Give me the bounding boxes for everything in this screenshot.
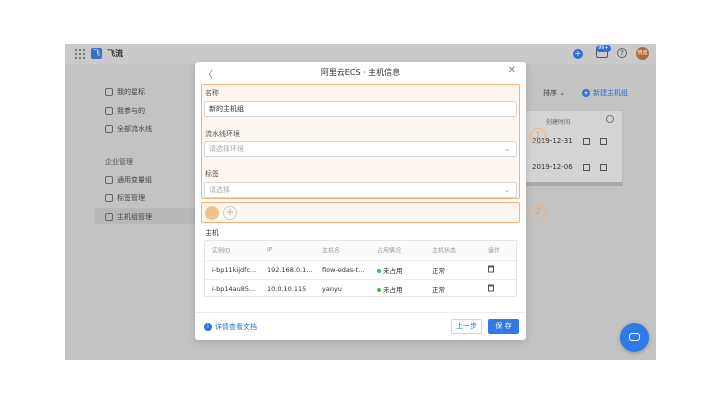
env-label: 流水线环境	[205, 130, 240, 138]
column-header: 操作	[488, 247, 501, 254]
sidebar-item-variable-groups[interactable]: 通用变量组	[105, 175, 152, 185]
hostname: flow-edas-t...	[322, 266, 365, 274]
sort-dropdown[interactable]: 排序 ⌄	[543, 88, 565, 98]
env-select[interactable]: 请选择环境 ⌄	[204, 141, 517, 157]
host-section-label: 主机	[205, 229, 219, 237]
previous-step-button[interactable]: 上一步	[451, 319, 482, 334]
host-group-table: 创建时间 2019-12-31 2019-12-06	[525, 110, 623, 186]
trash-icon[interactable]	[599, 163, 607, 171]
chevron-down-icon: ⌄	[504, 145, 510, 153]
created-date: 2019-12-06	[532, 163, 573, 171]
sidebar-item-label: 标签管理	[117, 194, 145, 202]
status-dot-icon	[377, 269, 381, 273]
plus-icon: +	[582, 89, 590, 97]
column-header-created: 创建时间	[546, 119, 571, 126]
hostname: yanyu	[322, 285, 342, 293]
highlight-region-2	[201, 202, 520, 223]
column-header: 主机状态	[432, 247, 457, 254]
user-icon	[105, 107, 113, 115]
trash-icon	[488, 265, 494, 273]
gear-icon[interactable]	[606, 115, 614, 123]
star-icon	[105, 88, 113, 96]
doc-link-label: 详情查看文档	[215, 323, 257, 331]
info-icon: i	[204, 323, 212, 331]
host-table: 实例ID IP 主机名 占用情况 主机状态 操作 i-bp11kijdfc...…	[204, 240, 517, 297]
table-row: i-bp11kijdfc... 192.168.0.1... flow-edas…	[205, 260, 516, 279]
ip-address: 10.0.10.115	[267, 285, 307, 293]
edit-icon[interactable]	[582, 137, 590, 145]
tag-label: 标签	[205, 170, 219, 178]
table-row: 2019-12-06	[532, 163, 607, 171]
name-field[interactable]: 新的主机组	[204, 101, 517, 117]
message-badge: 99+	[596, 45, 611, 52]
user-avatar[interactable]: 晓迪	[636, 47, 649, 60]
app-logo: 飞	[91, 48, 102, 59]
column-header: IP	[267, 246, 273, 253]
usage-text: 未占用	[383, 286, 403, 294]
new-host-group-button[interactable]: + 新建主机组	[582, 88, 628, 98]
trash-icon	[488, 284, 494, 292]
host-icon	[105, 213, 113, 221]
column-header: 实例ID	[212, 247, 231, 254]
sidebar-item-tags[interactable]: 标签管理	[105, 193, 145, 203]
sidebar-item-starred[interactable]: 我的星标	[105, 87, 145, 97]
add-member-icon[interactable]: +	[223, 206, 237, 220]
delete-button[interactable]	[488, 265, 508, 275]
env-placeholder: 请选择环境	[209, 145, 244, 153]
close-icon[interactable]: ✕	[508, 65, 516, 76]
tag-icon	[105, 194, 113, 202]
usage-status: 未占用	[377, 265, 427, 275]
tag-select[interactable]: 请选择 ⌄	[204, 182, 517, 198]
help-icon[interactable]: ?	[617, 48, 627, 58]
sidebar-item-label: 通用变量组	[117, 176, 152, 184]
apps-grid-icon[interactable]	[75, 49, 85, 59]
column-header: 占用情况	[377, 247, 402, 254]
footer-divider	[195, 312, 526, 313]
top-bar: 飞 飞流 + 99+ ? 晓迪	[65, 44, 656, 64]
doc-link[interactable]: i 详情查看文档	[204, 322, 257, 332]
chat-icon	[629, 333, 640, 341]
sidebar-item-label: 全部流水线	[117, 125, 152, 133]
sidebar-item-label: 我的星标	[117, 88, 145, 96]
trash-icon[interactable]	[599, 137, 607, 145]
delete-button[interactable]	[488, 284, 508, 294]
host-status: 正常	[432, 267, 445, 275]
chevron-down-icon: ⌄	[504, 186, 510, 194]
table-header-row: 实例ID IP 主机名 占用情况 主机状态 操作	[205, 241, 516, 258]
instance-id: i-bp11kijdfc...	[212, 266, 257, 274]
new-host-group-label: 新建主机组	[593, 89, 628, 97]
sidebar-item-label: 我参与的	[117, 107, 145, 115]
annotation-number-2: 2	[530, 204, 546, 220]
tag-placeholder: 请选择	[209, 186, 230, 194]
table-scrollbar[interactable]	[525, 182, 623, 186]
instance-id: i-bp14au85...	[212, 285, 256, 293]
save-button[interactable]: 保 存	[488, 319, 519, 334]
sidebar-item-label: 主机组管理	[117, 213, 152, 221]
ip-address: 192.168.0.1...	[267, 266, 313, 274]
usage-status: 未占用	[377, 284, 427, 294]
usage-text: 未占用	[383, 267, 403, 275]
dialog-title: 阿里云ECS · 主机信息	[320, 68, 401, 77]
chat-button[interactable]	[620, 323, 649, 352]
sidebar-item-host-groups[interactable]: 主机组管理	[105, 212, 152, 222]
app-name: 飞流	[107, 49, 123, 58]
sidebar-section-title: 企业管理	[105, 158, 133, 166]
pipeline-icon	[105, 125, 113, 133]
annotation-number-1: 1	[530, 128, 546, 144]
table-row: i-bp14au85... 10.0.10.115 yanyu 未占用 正常	[205, 279, 516, 298]
sidebar-item-all-pipelines[interactable]: 全部流水线	[105, 124, 152, 134]
column-header: 主机名	[322, 247, 341, 254]
variable-icon	[105, 176, 113, 184]
host-status: 正常	[432, 286, 445, 294]
edit-icon[interactable]	[582, 163, 590, 171]
member-avatar[interactable]	[205, 206, 219, 220]
add-icon[interactable]: +	[573, 49, 583, 59]
status-dot-icon	[377, 288, 381, 292]
sidebar-item-participated[interactable]: 我参与的	[105, 106, 145, 116]
name-label: 名称	[205, 89, 219, 97]
